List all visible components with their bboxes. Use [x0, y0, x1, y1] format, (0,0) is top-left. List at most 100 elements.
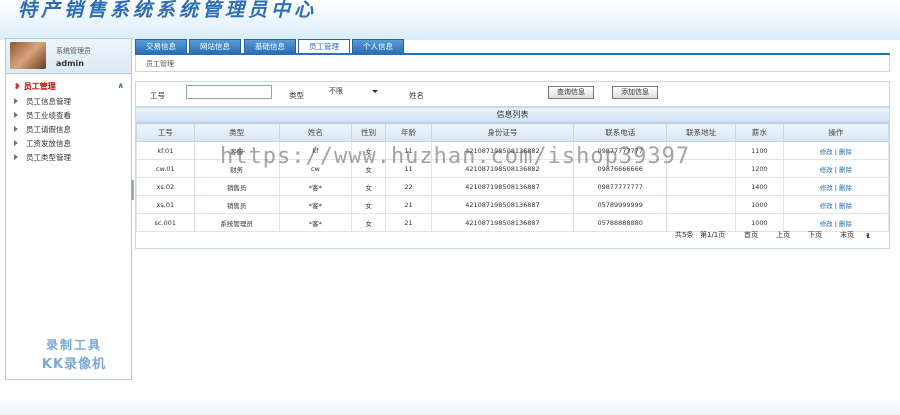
sidebar-item-label: 员工信息管理: [26, 97, 71, 106]
cell-salary: 1200: [734, 159, 784, 178]
sidebar-item-label: 工资发放信息: [26, 139, 71, 148]
caret-right-icon: [14, 126, 18, 132]
edit-link[interactable]: 修改: [820, 220, 833, 228]
column-header: 联系电话: [573, 123, 668, 142]
recorder-watermark-line1: 录制工具: [45, 338, 102, 352]
cell-id: xs.01: [136, 195, 195, 214]
sidebar-section-label: 员工管理: [23, 82, 56, 91]
type-label: 类型: [289, 91, 304, 100]
cell-name: *客*: [278, 195, 353, 214]
query-button[interactable]: 查询信息: [548, 86, 594, 99]
edit-link[interactable]: 修改: [820, 202, 833, 210]
edit-link[interactable]: 修改: [820, 166, 833, 174]
user-panel: 系统管理员 admin: [6, 39, 131, 74]
cell-phone: 09877777777: [573, 177, 668, 196]
cell-idcard: 421087198508136887: [430, 195, 575, 214]
sidebar-item-salary[interactable]: 工资发放信息: [14, 138, 71, 150]
sidebar-item-label: 员工类型管理: [26, 153, 71, 162]
cell-idcard: 421087198508136887: [430, 177, 575, 196]
type-select[interactable]: 不限: [326, 85, 381, 97]
table-header-row: 工号 类型 姓名 性别 年龄 身份证号 联系电话 联系地址 薪水 操作: [136, 123, 890, 142]
sidebar-item-leave[interactable]: 员工请假信息: [14, 124, 71, 136]
delete-link[interactable]: 删除: [839, 184, 852, 192]
delete-link[interactable]: 删除: [839, 148, 852, 156]
footer-bar: [0, 398, 900, 415]
username: admin: [56, 59, 84, 68]
tab-transactions[interactable]: 交易信息: [135, 39, 187, 53]
column-header: 类型: [193, 123, 280, 142]
cell-gender: 女: [351, 195, 387, 214]
edit-link[interactable]: 修改: [820, 148, 833, 156]
cell-id: kf.01: [136, 141, 195, 160]
menu-bird-icon: ❥: [14, 82, 21, 91]
id-input[interactable]: [186, 85, 272, 99]
cell-id: xs.02: [136, 177, 195, 196]
column-header: 年龄: [385, 123, 432, 142]
cell-salary: 1400: [734, 177, 784, 196]
type-select-value: 不限: [329, 87, 343, 95]
delete-link[interactable]: 删除: [839, 220, 852, 228]
cell-age: 21: [385, 195, 432, 214]
breadcrumb-text: 员工管理: [146, 60, 174, 68]
cell-name: *客*: [278, 177, 353, 196]
avatar: [10, 42, 46, 69]
caret-right-icon: [14, 154, 18, 160]
pager-prev[interactable]: 上页: [776, 230, 790, 240]
cell-address: [666, 195, 736, 214]
breadcrumb: 员工管理: [135, 55, 890, 72]
sidebar-item-employee-type[interactable]: 员工类型管理: [14, 152, 71, 164]
recorder-watermark-line2: KK录像机: [41, 357, 107, 372]
pager-last[interactable]: 末页: [840, 230, 854, 240]
pager-total: 共5条: [675, 231, 694, 239]
tab-employee[interactable]: 员工管理: [298, 39, 350, 53]
cell-age: 22: [385, 177, 432, 196]
sidebar-section-employee[interactable]: ❥ 员工管理 ∧: [14, 81, 124, 93]
employee-table: 工号 类型 姓名 性别 年龄 身份证号 联系电话 联系地址 薪水 操作 kf.0…: [136, 123, 890, 232]
tab-basic[interactable]: 基础信息: [244, 39, 296, 53]
cell-actions: 修改 | 删除: [782, 141, 890, 160]
table-row: xs.02 销售员 *客* 女 22 421087198508136887 09…: [136, 177, 890, 196]
caret-right-icon: [14, 112, 18, 118]
tab-website[interactable]: 网站信息: [189, 39, 241, 53]
header-banner: 特产销售系统系统管理员中心: [0, 0, 900, 40]
cell-type: 销售员: [193, 195, 280, 214]
search-bar: 工号 类型 不限 姓名 查询信息 添加信息: [135, 81, 890, 107]
cell-id: cw.01: [136, 159, 195, 178]
column-header: 联系地址: [666, 123, 736, 142]
cell-gender: 女: [351, 177, 387, 196]
cell-actions: 修改 | 删除: [782, 159, 890, 178]
sidebar-item-label: 员工业绩查看: [26, 111, 71, 120]
collapse-icon[interactable]: ∧: [118, 81, 125, 90]
column-header: 性别: [351, 123, 387, 142]
name-label: 姓名: [409, 91, 424, 100]
cell-actions: 修改 | 删除: [782, 177, 890, 196]
url-watermark: https://www.huzhan.com/ishop39397: [220, 144, 691, 169]
add-button[interactable]: 添加信息: [612, 86, 658, 99]
caret-right-icon: [14, 98, 18, 104]
delete-link[interactable]: 删除: [839, 166, 852, 174]
sidebar-item-employee-info[interactable]: 员工信息管理: [14, 96, 71, 108]
cell-salary: 1100: [734, 141, 784, 160]
sidebar-item-performance[interactable]: 员工业绩查看: [14, 110, 71, 122]
app-title: 特产销售系统系统管理员中心: [18, 0, 318, 21]
cell-address: [666, 177, 736, 196]
chevron-down-icon: ▾: [866, 232, 870, 240]
pager-next[interactable]: 下页: [808, 230, 822, 240]
caret-right-icon: [14, 140, 18, 146]
edit-link[interactable]: 修改: [820, 184, 833, 192]
cell-phone: 05789999999: [573, 195, 668, 214]
sidebar-splitter[interactable]: [131, 180, 134, 200]
cell-actions: 修改 | 删除: [782, 195, 890, 214]
pager-page: 第1/1页: [700, 231, 726, 239]
sidebar-item-label: 员工请假信息: [26, 125, 71, 134]
column-header: 身份证号: [430, 123, 575, 142]
delete-link[interactable]: 删除: [839, 202, 852, 210]
pager: 共5条 第1/1页 首页 上页 下页 末页 1 ▾: [135, 228, 888, 242]
chevron-down-icon: [372, 90, 378, 93]
pager-first[interactable]: 首页: [744, 230, 758, 240]
main-content: 交易信息 网站信息 基础信息 员工管理 个人信息 员工管理 工号 类型 不限 姓…: [135, 38, 890, 378]
cell-salary: 1000: [734, 195, 784, 214]
table-row: xs.01 销售员 *客* 女 21 421087198508136887 05…: [136, 195, 890, 214]
tab-personal[interactable]: 个人信息: [352, 39, 404, 53]
sidebar: 系统管理员 admin ❥ 员工管理 ∧ 员工信息管理 员工业绩查看 员工请假信息…: [5, 38, 132, 380]
